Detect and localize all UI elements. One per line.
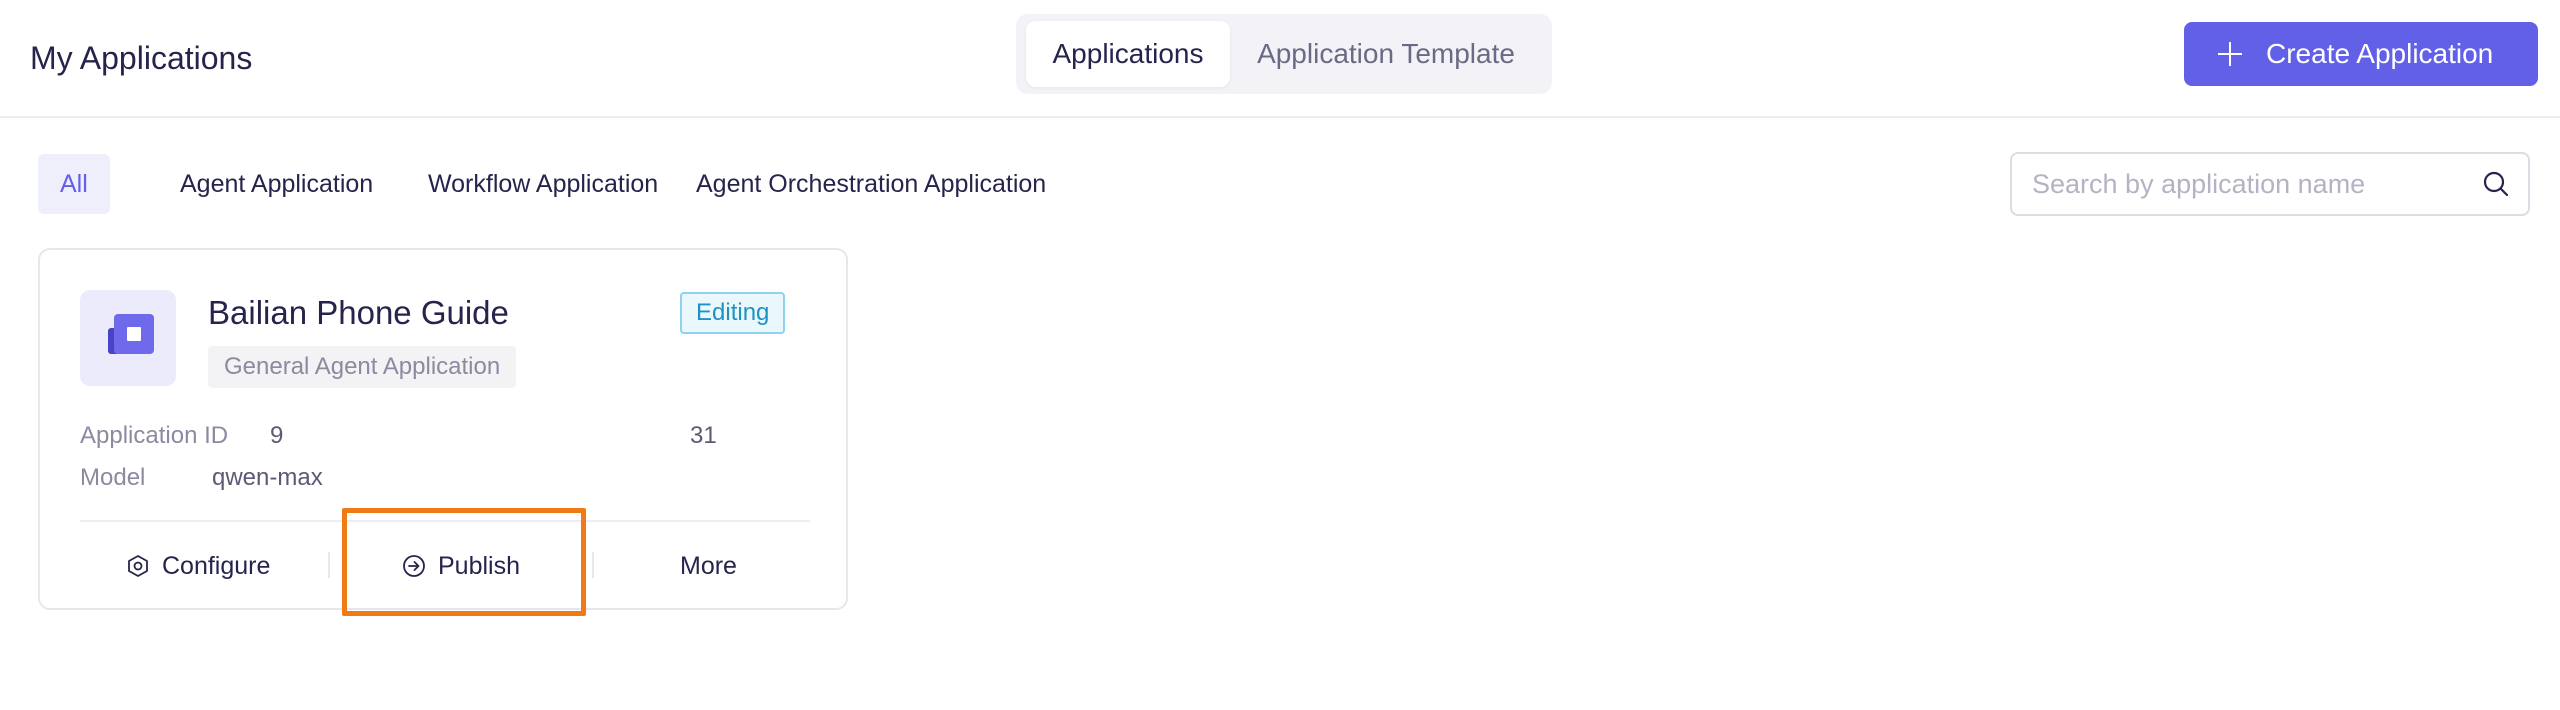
filter-agent-application[interactable]: Agent Application: [158, 154, 395, 214]
app-type-tag: General Agent Application: [208, 346, 517, 388]
configure-icon: [128, 555, 148, 577]
app-id-value-end: 31: [690, 422, 717, 449]
model-value: qwen-max: [212, 464, 323, 491]
app-icon-shape-inner: [127, 327, 141, 341]
filter-agent-orchestration-application[interactable]: Agent Orchestration Application: [674, 154, 1068, 214]
page-header: My Applications Applications Application…: [0, 0, 2560, 118]
search-box: [2010, 152, 2530, 216]
tab-application-template[interactable]: Application Template: [1236, 21, 1536, 87]
view-switch: Applications Application Template: [1016, 14, 1552, 94]
tab-applications[interactable]: Applications: [1026, 21, 1230, 87]
configure-button[interactable]: Configure: [126, 538, 286, 594]
create-application-button[interactable]: Create Application: [2184, 22, 2538, 86]
filter-workflow-application[interactable]: Workflow Application: [406, 154, 680, 214]
app-id-value-start: 9: [270, 422, 284, 449]
status-badge: Editing: [680, 292, 786, 334]
more-button[interactable]: More: [680, 538, 780, 594]
plus-icon: [2218, 42, 2242, 66]
action-separator: [592, 552, 594, 578]
app-icon: [80, 290, 176, 386]
model-label: Model: [80, 464, 146, 491]
search-icon[interactable]: [2482, 170, 2510, 198]
highlight-box: [342, 508, 586, 616]
create-application-label: Create Application: [2266, 38, 2494, 69]
app-name: Bailian Phone Guide: [208, 294, 509, 331]
page-title: My Applications: [30, 40, 253, 76]
configure-label: Configure: [162, 552, 271, 580]
search-input[interactable]: [2032, 154, 2452, 214]
more-label: More: [680, 552, 737, 580]
filter-all[interactable]: All: [38, 154, 110, 214]
app-id-label: Application ID: [80, 422, 229, 449]
action-separator: [328, 552, 330, 578]
